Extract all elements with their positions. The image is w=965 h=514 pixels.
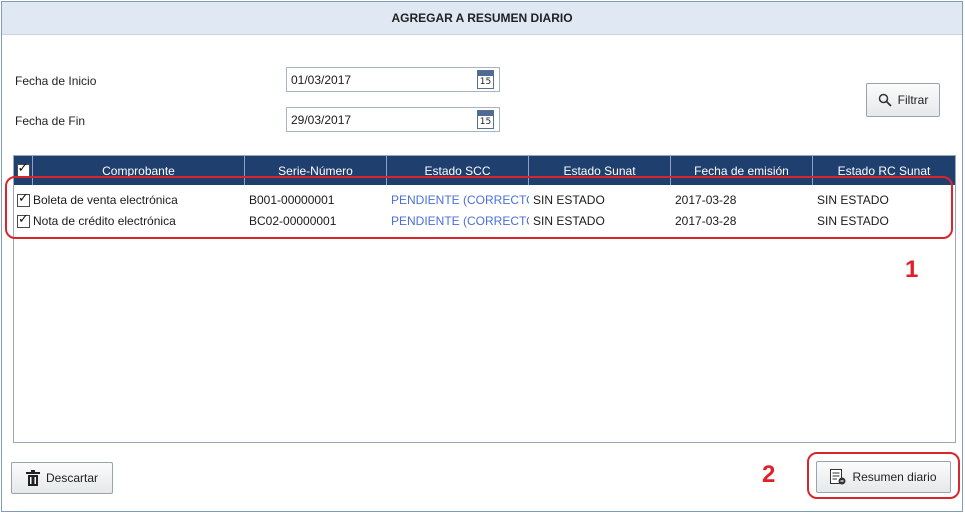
cell-comprobante: Nota de crédito electrónica <box>33 214 176 228</box>
discard-button-label: Descartar <box>45 471 98 485</box>
table-header: Comprobante Serie-Número Estado SCC Esta… <box>14 156 955 185</box>
row-checkbox[interactable] <box>17 191 30 207</box>
cell-estado-sunat: SIN ESTADO <box>533 214 605 228</box>
select-all-checkbox[interactable] <box>16 161 30 177</box>
calendar-day: 15 <box>479 117 492 127</box>
daily-summary-button[interactable]: Resumen diario <box>816 461 951 493</box>
cell-fecha: 2017-03-28 <box>675 214 737 228</box>
cell-estado-rc: SIN ESTADO <box>817 193 889 207</box>
table-row[interactable]: Nota de crédito electrónica BC02-0000000… <box>14 211 955 231</box>
end-date-value: 29/03/2017 <box>291 112 352 127</box>
dialog-title: AGREGAR A RESUMEN DIARIO <box>2 2 962 35</box>
cell-estado-rc: SIN ESTADO <box>817 214 889 228</box>
column-header[interactable]: Serie-Número <box>245 156 387 185</box>
table-row[interactable]: Boleta de venta electrónica B001-0000000… <box>14 190 955 210</box>
discard-button[interactable]: Descartar <box>11 462 113 494</box>
annotation-marker-2: 2 <box>762 461 776 488</box>
dialog-window: AGREGAR A RESUMEN DIARIO Fecha de Inicio… <box>1 1 963 512</box>
column-header[interactable]: Estado Sunat <box>529 156 671 185</box>
documents-table: Comprobante Serie-Número Estado SCC Esta… <box>13 155 956 443</box>
filter-button[interactable]: Filtrar <box>866 83 940 117</box>
column-header[interactable]: Estado SCC <box>387 156 529 185</box>
search-icon <box>878 93 892 107</box>
trash-icon <box>25 470 40 486</box>
cell-fecha: 2017-03-28 <box>675 193 737 207</box>
select-all-cell[interactable] <box>14 156 33 185</box>
row-checkbox[interactable] <box>17 212 30 228</box>
row-check-cell[interactable] <box>14 190 33 210</box>
calendar-day: 15 <box>479 77 492 87</box>
cell-comprobante: Boleta de venta electrónica <box>33 193 178 207</box>
cell-serie: B001-00000001 <box>249 193 335 207</box>
column-header[interactable]: Fecha de emisión <box>671 156 813 185</box>
summary-list-icon <box>830 469 846 485</box>
row-check-cell[interactable] <box>14 211 33 231</box>
cell-estado-scc: PENDIENTE (CORRECTO) <box>391 214 529 228</box>
cell-serie: BC02-00000001 <box>249 214 337 228</box>
calendar-icon[interactable]: 15 <box>477 110 494 129</box>
start-date-field[interactable]: 01/03/2017 15 <box>286 67 500 92</box>
end-date-label: Fecha de Fin <box>15 114 86 128</box>
daily-summary-button-label: Resumen diario <box>852 470 937 484</box>
filter-button-label: Filtrar <box>897 93 929 107</box>
calendar-icon[interactable]: 15 <box>477 70 494 89</box>
column-header[interactable]: Estado RC Sunat <box>813 156 955 185</box>
end-date-field[interactable]: 29/03/2017 15 <box>286 107 500 132</box>
annotation-marker-1: 1 <box>905 256 919 283</box>
cell-estado-sunat: SIN ESTADO <box>533 193 605 207</box>
column-header[interactable]: Comprobante <box>33 156 245 185</box>
start-date-label: Fecha de Inicio <box>15 74 97 88</box>
start-date-value: 01/03/2017 <box>291 72 352 87</box>
cell-estado-scc: PENDIENTE (CORRECTO) <box>391 193 529 207</box>
